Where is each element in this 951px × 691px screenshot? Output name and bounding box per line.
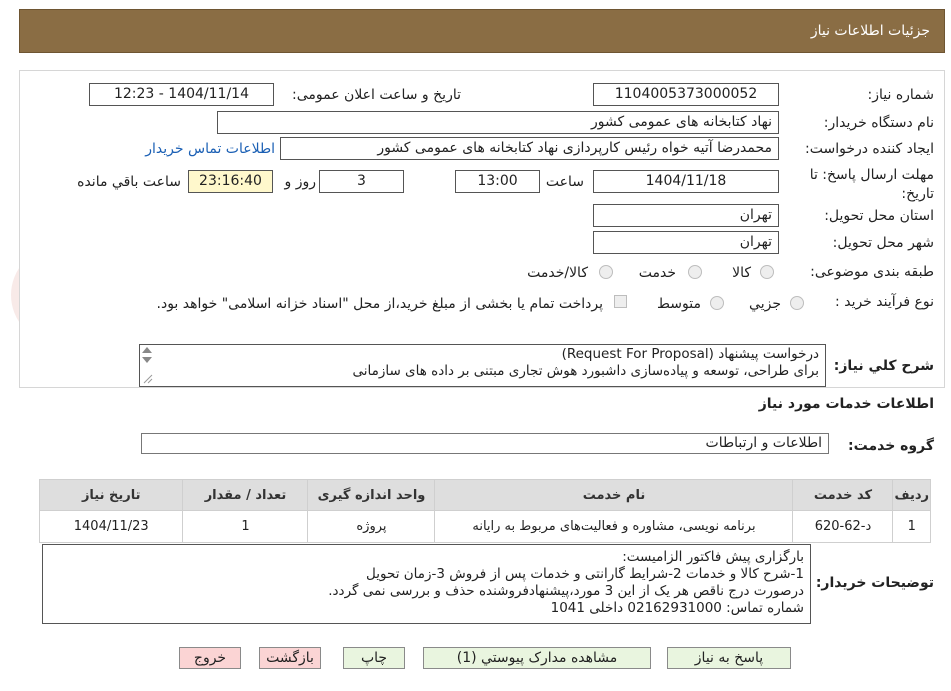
category-radio-goods-service[interactable] (599, 265, 613, 279)
buyer-org-label: نام دستگاه خریدار: (823, 115, 934, 131)
category-option-goods-service: کالا/خدمت (527, 265, 588, 281)
remaining-time-label: ساعت باقي مانده (77, 174, 181, 190)
cell-qty: 1 (182, 510, 309, 543)
province-field: تهران (593, 204, 779, 227)
summary-line-2: برای طراحی، توسعه و پیاده‌سازی داشبورد ه… (352, 363, 819, 379)
process-option-medium: متوسط (657, 296, 701, 312)
service-group-label: گروه خدمت: (848, 438, 934, 454)
process-option-minor: جزیي (749, 296, 781, 312)
col-index: رديف (892, 479, 931, 511)
process-radio-minor[interactable] (790, 296, 804, 310)
category-label: طبقه بندی موضوعی: (810, 264, 934, 280)
reply-button[interactable]: پاسخ به نیاز (667, 647, 791, 669)
process-radio-medium[interactable] (710, 296, 724, 310)
buyer-org-field: نهاد کتابخانه های عمومی کشور (217, 111, 779, 134)
service-group-field: اطلاعات و ارتباطات (141, 433, 829, 454)
deadline-time-field: 13:00 (455, 170, 540, 193)
page-header: جزئیات اطلاعات نیاز (19, 9, 945, 53)
col-qty: تعداد / مقدار (182, 479, 309, 511)
category-option-goods: کالا (732, 265, 751, 281)
table-row: 1 د-62-620 برنامه نویسی، مشاوره و فعالیت… (38, 510, 931, 543)
city-label: شهر محل تحویل: (832, 235, 934, 251)
view-attachments-button[interactable]: مشاهده مدارک پیوستي (1) (423, 647, 651, 669)
need-number-label: شماره نیاز: (867, 87, 935, 103)
deadline-date-field: 1404/11/18 (593, 170, 779, 193)
category-radio-service[interactable] (688, 265, 702, 279)
services-table: رديف کد خدمت نام خدمت واحد اندازه گيری ت… (38, 479, 931, 543)
announce-label: تاریخ و ساعت اعلان عمومی: (292, 87, 461, 103)
summary-scrollbar[interactable] (139, 344, 155, 386)
col-code: کد خدمت (792, 479, 894, 511)
cell-code: د-62-620 (792, 510, 894, 543)
creator-label: ایجاد کننده درخواست: (805, 141, 934, 157)
cell-unit: پروژه (307, 510, 436, 543)
deadline-label: مهلت ارسال پاسخ: تا تاریخ: (809, 167, 934, 202)
days-remaining-field: 3 (319, 170, 404, 193)
category-option-service: خدمت (638, 265, 676, 281)
buyer-contact-link[interactable]: اطلاعات تماس خریدار (145, 141, 275, 157)
page-title: جزئیات اطلاعات نیاز (810, 23, 930, 39)
days-label: روز و (284, 174, 317, 190)
buyer-note-line-2: 1-شرح کالا و خدمات 2-شرایط گارانتی و خدم… (366, 566, 804, 582)
summary-line-1: درخواست پیشنهاد (Request For Proposal) (561, 346, 819, 362)
province-label: استان محل تحویل: (824, 208, 934, 224)
treasury-payment-checkbox[interactable] (614, 295, 627, 308)
buyer-note-line-1: بارگزاری پیش فاکتور الزامیست: (622, 549, 804, 565)
announce-field: 1404/11/14 - 12:23 (89, 83, 274, 106)
cell-date: 1404/11/23 (38, 510, 184, 543)
buyer-note-line-4: شماره تماس: 02162931000 داخلی 1041 (550, 600, 804, 616)
print-button[interactable]: چاپ (343, 647, 405, 669)
back-button[interactable]: بازگشت (259, 647, 321, 669)
cell-index: 1 (892, 510, 931, 543)
summary-label: شرح کلي نياز: (833, 358, 934, 374)
remaining-time-field: 23:16:40 (188, 170, 273, 193)
col-name: نام خدمت (434, 479, 794, 511)
buyer-notes-textarea[interactable]: بارگزاری پیش فاکتور الزامیست: 1-شرح کالا… (42, 544, 811, 624)
need-number-field: 1104005373000052 (593, 83, 779, 106)
cell-name: برنامه نویسی، مشاوره و فعالیت‌های مربوط … (434, 510, 794, 543)
table-header-row: رديف کد خدمت نام خدمت واحد اندازه گيری ت… (38, 479, 931, 511)
buyer-note-line-3: درصورت درج ناقص هر یک از این 3 مورد،پیشن… (328, 583, 804, 599)
creator-field: محمدرضا آتیه خواه رئیس کارپردازی نهاد کت… (280, 137, 779, 160)
process-label: نوع فرآیند خرید : (835, 294, 934, 310)
category-radio-goods[interactable] (760, 265, 774, 279)
services-section-title: اطلاعات خدمات مورد نياز (758, 396, 934, 412)
deadline-time-label: ساعت (545, 174, 584, 190)
city-field: تهران (593, 231, 779, 254)
col-unit: واحد اندازه گيری (307, 479, 436, 511)
treasury-payment-note: پرداخت تمام یا بخشی از مبلغ خرید،از محل … (156, 296, 603, 312)
col-date: تاريخ نياز (38, 479, 184, 511)
summary-textarea[interactable]: درخواست پیشنهاد (Request For Proposal) ب… (139, 344, 826, 387)
buyer-notes-label: توضيحات خريدار: (815, 575, 934, 591)
exit-button[interactable]: خروج (179, 647, 241, 669)
